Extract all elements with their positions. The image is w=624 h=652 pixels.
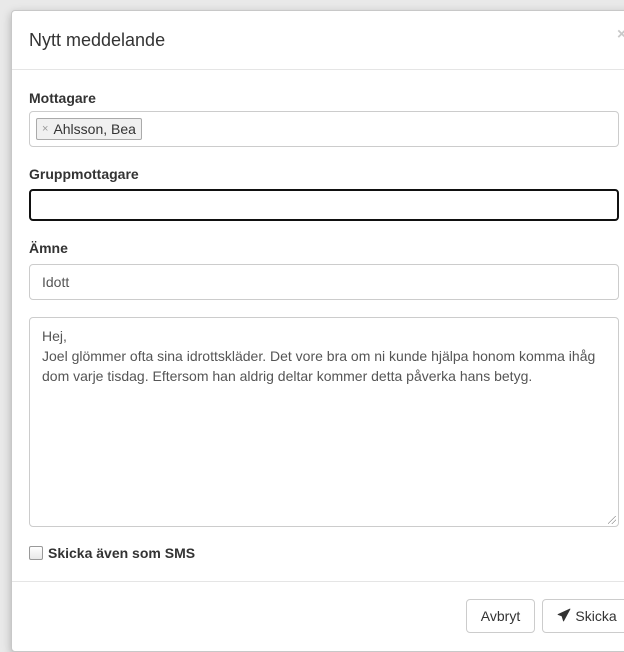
subject-input[interactable]: Idott	[29, 264, 619, 300]
resize-handle[interactable]	[608, 516, 616, 524]
close-icon[interactable]: ×	[617, 26, 624, 44]
cancel-button[interactable]: Avbryt	[466, 599, 535, 633]
subject-label: Ämne	[29, 240, 68, 256]
message-body: Hej, Joel glömmer ofta sina idrottskläde…	[42, 326, 612, 386]
sms-checkbox-label: Skicka även som SMS	[48, 545, 196, 561]
footer-divider	[12, 581, 624, 582]
remove-recipient-icon[interactable]: ×	[42, 119, 48, 139]
recipient-tag-label: Ahlsson, Bea	[53, 121, 136, 137]
group-recipients-label: Gruppmottagare	[29, 166, 139, 182]
modal-header: Nytt meddelande ×	[12, 11, 624, 70]
send-button[interactable]: Skicka	[542, 599, 624, 633]
sms-option[interactable]: Skicka även som SMS	[29, 545, 195, 561]
group-recipients-input[interactable]	[29, 189, 619, 221]
recipients-input[interactable]: × Ahlsson, Bea	[29, 111, 619, 147]
new-message-modal: Nytt meddelande × Mottagare × Ahlsson, B…	[11, 10, 624, 652]
message-line: Hej,	[42, 328, 67, 344]
sms-checkbox[interactable]	[29, 546, 43, 560]
subject-value: Idott	[42, 274, 70, 290]
message-textarea[interactable]: Hej, Joel glömmer ofta sina idrottskläde…	[29, 317, 619, 527]
recipient-tag: × Ahlsson, Bea	[36, 118, 142, 140]
message-line: Joel glömmer ofta sina idrottskläder. De…	[42, 348, 596, 384]
modal-title: Nytt meddelande	[29, 30, 166, 50]
paper-plane-icon	[557, 608, 571, 625]
send-button-label: Skicka	[575, 608, 617, 624]
recipients-label: Mottagare	[29, 90, 96, 106]
